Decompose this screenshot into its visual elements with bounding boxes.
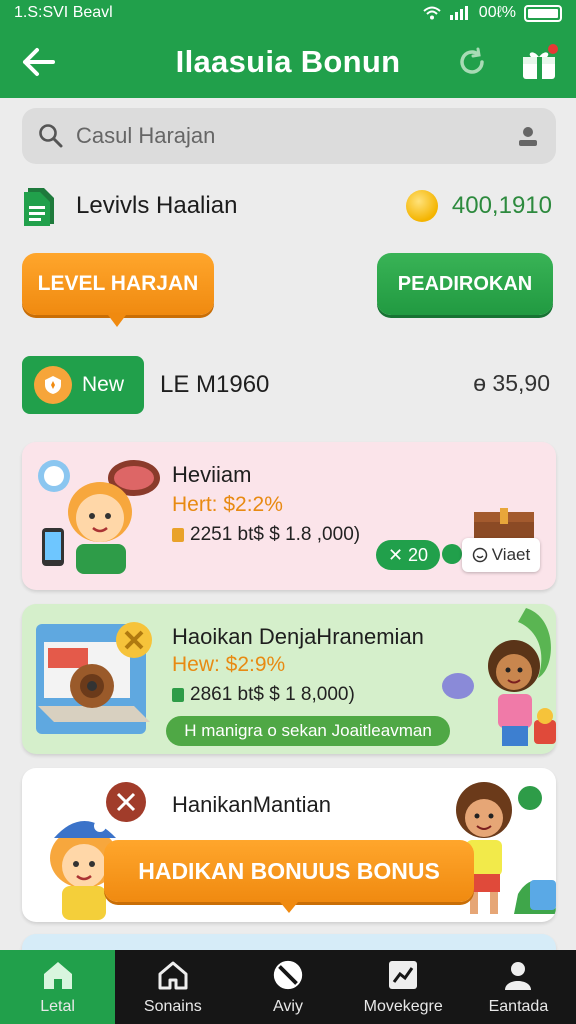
refresh-icon	[460, 47, 484, 74]
girl-balloon-illustration	[442, 608, 556, 746]
house-outline-icon	[156, 958, 190, 992]
lock-icon	[172, 528, 184, 542]
nav-label-letal: Letal	[40, 998, 75, 1015]
bonus-card-1[interactable]: Heviiam Hert: $2:2% 2251 bt$ $ 1.8 ,000)…	[22, 442, 556, 590]
gift-icon	[523, 44, 558, 79]
nav-label-eantada: Eantada	[488, 998, 549, 1015]
nav-item-eantada[interactable]: Eantada	[461, 950, 576, 1024]
card-3-title: HanikanMantian	[172, 792, 331, 817]
coin-balance: 400,1910	[405, 190, 552, 222]
card-2-subtitle: Hew: $2:9%	[172, 653, 286, 676]
new-badge-label: New	[82, 373, 125, 396]
nav-label-movekegre: Movekegre	[363, 998, 443, 1015]
card-1-view-label: Viaet	[491, 545, 531, 564]
card-1-reward-pill[interactable]: ✕ 20	[376, 540, 440, 570]
nav-item-sonains[interactable]: Sonains	[115, 950, 230, 1024]
card-1-meta: 2251 bt$ $ 1.8 ,000)	[172, 524, 360, 546]
no-entry-icon	[271, 958, 305, 992]
chart-icon	[386, 958, 420, 992]
gift-button[interactable]	[516, 40, 562, 86]
card-2-banner[interactable]: H manigra o sekan Joaitleavman	[166, 716, 450, 746]
card-1-status-dot	[442, 544, 462, 564]
nav-item-aviy[interactable]: Aviy	[230, 950, 345, 1024]
kid-phone-illustration	[38, 460, 160, 574]
card-2-title: Haoikan DenjaHranemian	[172, 624, 424, 649]
battery-icon	[524, 4, 562, 22]
coin-icon	[405, 190, 438, 222]
shield-icon	[34, 366, 72, 404]
level-harian-button[interactable]: LEVEL HARJAN	[22, 253, 214, 327]
app-bar: Ilaasuia Bonun	[0, 26, 576, 98]
hadikan-bonus-button[interactable]: HADIKAN BONUUS BONUS	[104, 840, 474, 913]
lock-icon	[172, 688, 184, 702]
nav-label-aviy: Aviy	[273, 998, 303, 1015]
wifi-icon	[423, 6, 441, 20]
card-1-subtitle: Hert: $2:2%	[172, 493, 283, 516]
page-title: Ilaasuia Bonun	[175, 44, 401, 79]
card-1-view-button[interactable]: Viaet	[462, 538, 540, 572]
refresh-button[interactable]	[450, 40, 494, 84]
nav-item-movekegre[interactable]: Movekegre	[346, 950, 461, 1024]
card-2-meta: 2861 bt$ $ 1 8,000)	[172, 684, 355, 706]
peadirokan-button[interactable]: PEADIROKAN	[377, 253, 553, 315]
search-input[interactable]	[76, 123, 516, 149]
bonus-card-2[interactable]: Haoikan DenjaHranemian Hew: $2:9% 2861 b…	[22, 604, 556, 754]
new-badge[interactable]: New	[22, 356, 144, 414]
status-icons: 00ℓ%	[423, 4, 562, 22]
status-bar: 1.S:SVI Beavl 00ℓ%	[0, 0, 576, 26]
new-entry-amount: ɵ 35,90	[473, 370, 550, 396]
document-icon	[24, 188, 54, 226]
signal-icon	[449, 6, 468, 20]
nav-label-sonains: Sonains	[143, 998, 202, 1015]
person-icon	[501, 958, 535, 992]
search-icon	[39, 124, 63, 148]
new-entry-title: LE M1960	[160, 371, 270, 398]
bottom-nav: Letal Sonains Aviy Movekegre Eantada	[0, 950, 576, 1024]
search-bar[interactable]	[22, 108, 556, 164]
user-icon[interactable]	[516, 124, 540, 148]
nav-item-letal[interactable]: Letal	[0, 950, 116, 1024]
coin-amount: 400,1910	[451, 192, 552, 219]
new-entry-row: New LE M1960 ɵ 35,90	[22, 356, 556, 414]
smile-icon	[472, 547, 488, 563]
arrow-left-icon	[23, 48, 55, 76]
status-time: 1.S:SVI Beavl	[14, 4, 113, 21]
back-button[interactable]	[16, 40, 60, 84]
battery-percent: 00ℓ%	[478, 4, 516, 21]
laptop-illustration	[36, 622, 152, 734]
card-1-title: Heviiam	[172, 462, 252, 487]
card-2-meta-text: 2861 bt$ $ 1 8,000)	[190, 684, 355, 705]
treasure-chest-icon	[474, 508, 534, 542]
card-1-meta-text: 2251 bt$ $ 1.8 ,000)	[190, 524, 361, 545]
level-label: Levivls Haalian	[76, 192, 238, 219]
home-icon	[41, 958, 75, 992]
level-row: Levivls Haalian 400,1910	[22, 184, 556, 228]
